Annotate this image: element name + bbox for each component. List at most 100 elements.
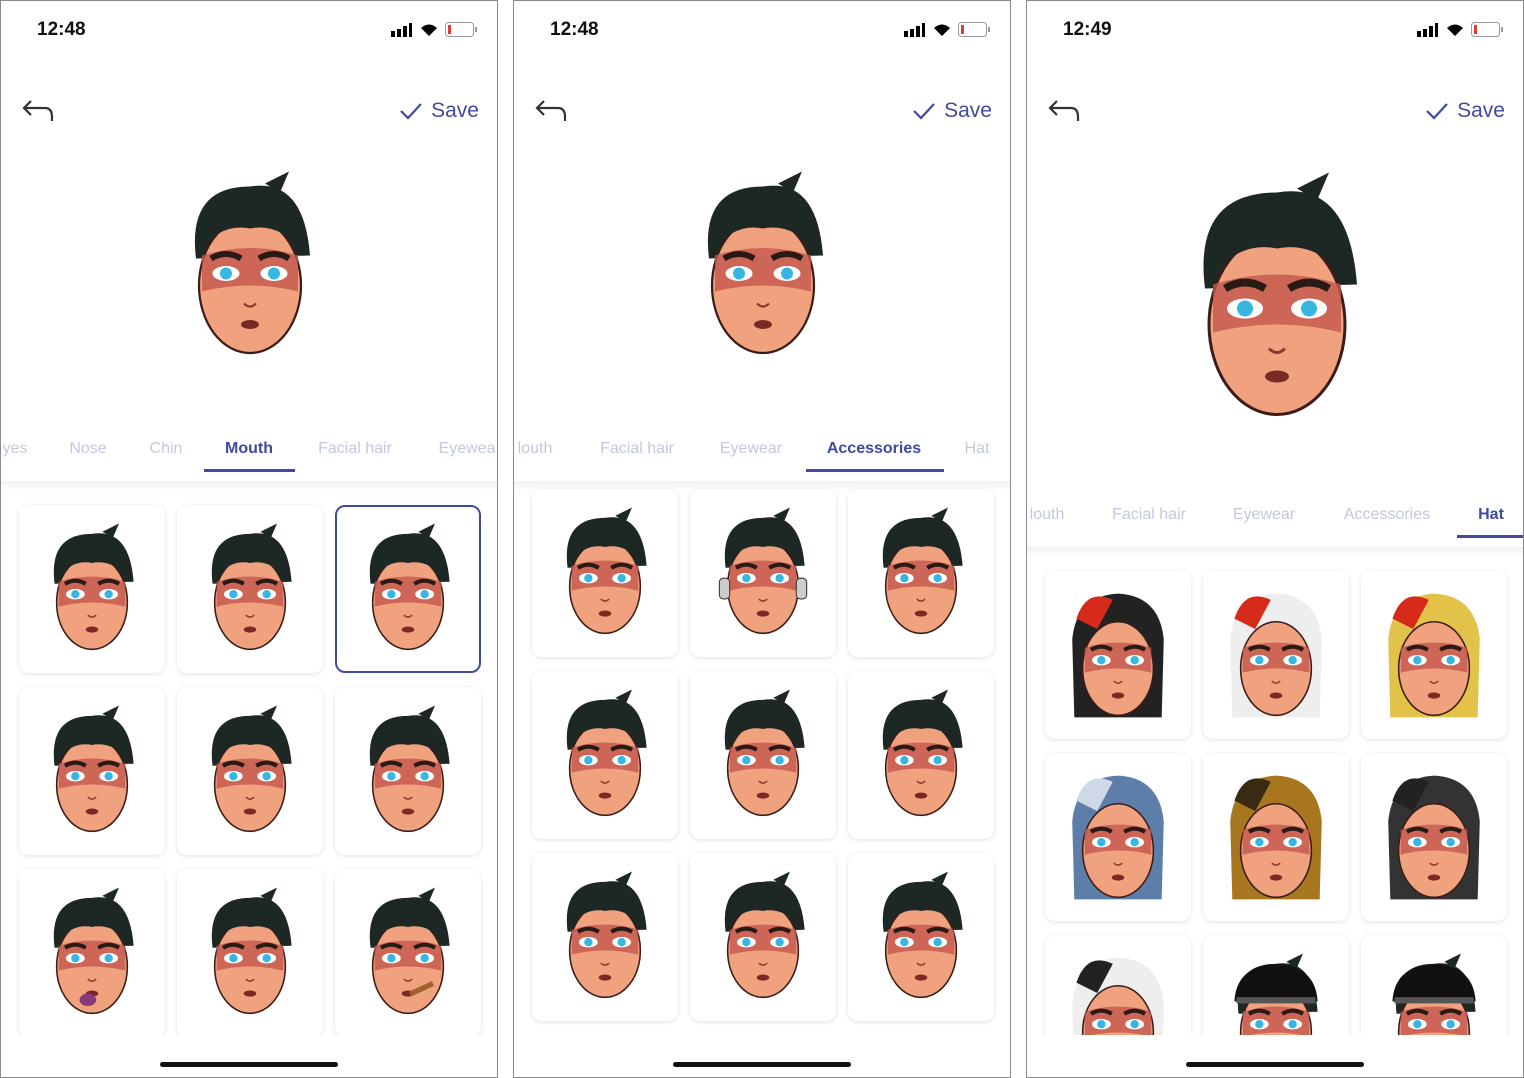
status-icons bbox=[1417, 22, 1503, 37]
active-tab-indicator bbox=[806, 469, 944, 472]
option-mouth-cigar[interactable] bbox=[335, 869, 481, 1035]
tab-nose[interactable]: Nose bbox=[69, 440, 106, 458]
option-grid bbox=[1027, 563, 1523, 1035]
avatar-face-icon bbox=[724, 689, 805, 817]
tab-eyewear[interactable]: Eyewea bbox=[439, 440, 496, 458]
option-hat-dog-black[interactable] bbox=[1361, 753, 1507, 921]
option-hat-rooster-yellow[interactable] bbox=[1361, 571, 1507, 739]
avatar-face-icon bbox=[1234, 953, 1318, 1035]
avatar-preview bbox=[1177, 166, 1377, 431]
option-hat-dog-dalmatian[interactable] bbox=[1045, 935, 1191, 1035]
option-grid bbox=[514, 481, 1010, 1035]
option-accessory-headphones[interactable] bbox=[690, 489, 836, 657]
home-indicator[interactable] bbox=[673, 1062, 851, 1067]
tabs-shadow bbox=[1027, 547, 1523, 557]
option-accessory-gold-hoops[interactable] bbox=[532, 489, 678, 657]
tab-hat[interactable]: Hat bbox=[1478, 506, 1504, 524]
avatar-face-icon bbox=[1392, 953, 1476, 1035]
avatar-face-icon bbox=[1072, 957, 1164, 1035]
save-label: Save bbox=[944, 99, 992, 122]
home-indicator[interactable] bbox=[160, 1062, 338, 1067]
category-tabs: louth Facial hair Eyewear Accessories Hat bbox=[514, 440, 1010, 482]
option-mouth-lipstick[interactable] bbox=[335, 687, 481, 855]
option-mouth-open-small[interactable] bbox=[335, 505, 481, 673]
status-time: 12:48 bbox=[550, 19, 599, 40]
avatar-face-icon bbox=[882, 871, 963, 999]
avatar-face-icon bbox=[566, 689, 647, 817]
option-hat-police-cap[interactable] bbox=[1203, 935, 1349, 1035]
save-button[interactable]: Save bbox=[1425, 99, 1505, 123]
home-indicator[interactable] bbox=[1186, 1062, 1364, 1067]
tab-chin[interactable]: Chin bbox=[150, 440, 183, 458]
option-hat-biker-cap[interactable] bbox=[1361, 935, 1507, 1035]
save-label: Save bbox=[431, 99, 479, 122]
tab-mouth[interactable]: louth bbox=[518, 440, 553, 458]
option-hat-dog-brown[interactable] bbox=[1203, 753, 1349, 921]
avatar-face-icon bbox=[211, 705, 292, 833]
avatar-face-icon bbox=[1230, 593, 1322, 718]
back-arrow-icon[interactable] bbox=[1047, 97, 1081, 123]
avatar-face-icon bbox=[882, 507, 963, 635]
option-accessory-silver-studs[interactable] bbox=[690, 853, 836, 1021]
option-grid bbox=[1, 497, 497, 1035]
avatar-face-icon bbox=[707, 171, 823, 355]
status-icons bbox=[391, 22, 477, 37]
phone-screen-1: 12:48 Save yes Nose Chin Mouth Facial hair Ey… bbox=[0, 0, 498, 1078]
signal-icon bbox=[1417, 22, 1438, 37]
tab-facial-hair[interactable]: Facial hair bbox=[1112, 506, 1186, 524]
avatar-face-icon bbox=[369, 887, 450, 1015]
option-hat-rooster-white[interactable] bbox=[1203, 571, 1349, 739]
avatar-face-icon bbox=[724, 871, 805, 999]
avatar-face-icon bbox=[53, 705, 134, 833]
back-arrow-icon[interactable] bbox=[21, 97, 55, 123]
option-hat-shark[interactable] bbox=[1045, 753, 1191, 921]
option-accessory-green-studs[interactable] bbox=[848, 671, 994, 839]
option-hat-rooster-black[interactable] bbox=[1045, 571, 1191, 739]
wifi-icon bbox=[1447, 24, 1463, 36]
option-mouth-smile[interactable] bbox=[19, 505, 165, 673]
avatar-face-icon bbox=[211, 523, 292, 651]
option-mouth-frown[interactable] bbox=[177, 687, 323, 855]
checkmark-icon bbox=[913, 103, 935, 120]
tab-eyewear[interactable]: Eyewear bbox=[1233, 506, 1295, 524]
avatar-face-icon bbox=[369, 523, 450, 651]
avatar-face-icon bbox=[53, 887, 134, 1015]
tab-eyewear[interactable]: Eyewear bbox=[720, 440, 782, 458]
avatar-face-icon bbox=[1388, 593, 1480, 718]
tab-accessories[interactable]: Accessories bbox=[827, 440, 921, 458]
signal-icon bbox=[904, 22, 925, 37]
phone-screen-2: 12:48 Save louth Facial hair Eyewear Access… bbox=[513, 0, 1011, 1078]
tab-facial-hair[interactable]: Facial hair bbox=[600, 440, 674, 458]
option-mouth-grit-teeth[interactable] bbox=[177, 505, 323, 673]
option-accessory-blue-drops[interactable] bbox=[690, 671, 836, 839]
checkmark-icon bbox=[1426, 103, 1448, 120]
tab-mouth[interactable]: Mouth bbox=[225, 440, 273, 458]
option-accessory-none[interactable] bbox=[532, 671, 678, 839]
tab-hat[interactable]: Hat bbox=[965, 440, 990, 458]
tab-mouth[interactable]: louth bbox=[1030, 506, 1065, 524]
option-accessory-diamond-drops[interactable] bbox=[848, 489, 994, 657]
avatar-face-icon bbox=[1203, 172, 1357, 416]
option-mouth-tongue-out[interactable] bbox=[19, 869, 165, 1035]
tab-facial-hair[interactable]: Facial hair bbox=[318, 440, 392, 458]
avatar-face-icon bbox=[1388, 775, 1480, 900]
checkmark-icon bbox=[400, 103, 422, 120]
avatar-face-icon bbox=[211, 887, 292, 1015]
option-mouth-neutral[interactable] bbox=[177, 869, 323, 1035]
option-accessory-pink-studs[interactable] bbox=[532, 853, 678, 1021]
battery-icon bbox=[1471, 22, 1503, 37]
avatar-face-icon bbox=[882, 689, 963, 817]
battery-icon bbox=[958, 22, 990, 37]
avatar-face-icon bbox=[369, 705, 450, 833]
avatar-face-icon bbox=[194, 171, 310, 355]
wifi-icon bbox=[934, 24, 950, 36]
status-icons bbox=[904, 22, 990, 37]
save-button[interactable]: Save bbox=[912, 99, 992, 123]
option-accessory-black-plugs[interactable] bbox=[848, 853, 994, 1021]
back-arrow-icon[interactable] bbox=[534, 97, 568, 123]
tab-accessories[interactable]: Accessories bbox=[1344, 506, 1430, 524]
save-button[interactable]: Save bbox=[399, 99, 479, 123]
signal-icon bbox=[391, 22, 412, 37]
option-mouth-grin[interactable] bbox=[19, 687, 165, 855]
tab-eyes[interactable]: yes bbox=[3, 440, 28, 458]
